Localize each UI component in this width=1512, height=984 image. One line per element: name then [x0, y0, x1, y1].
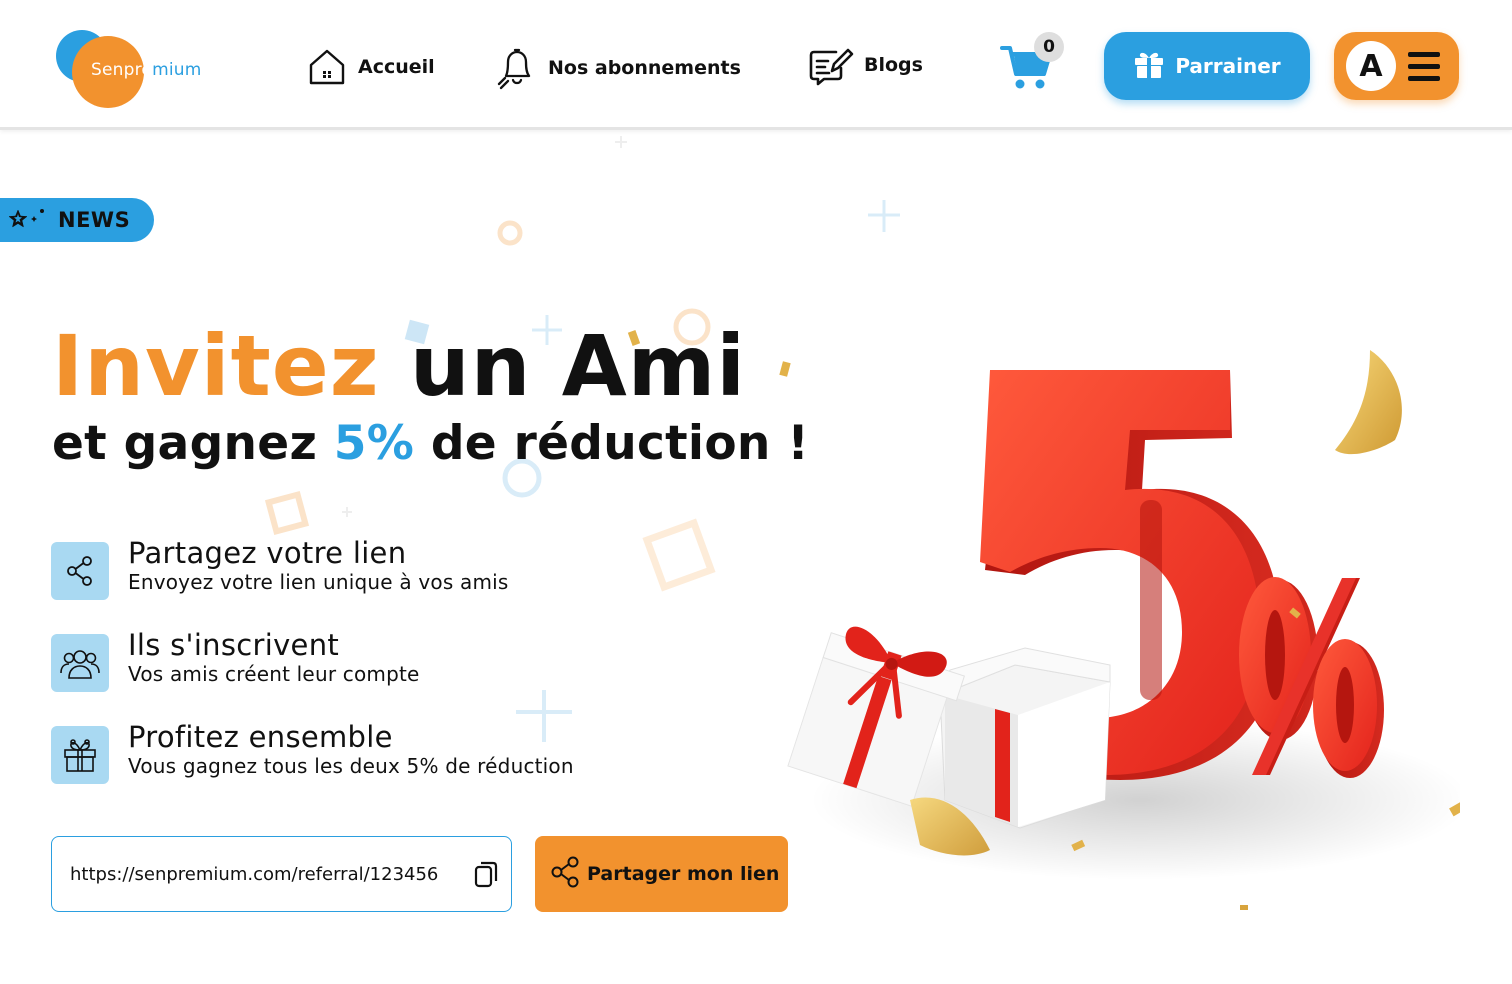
nav-abonnements[interactable]: Nos abonnements — [496, 46, 741, 90]
news-label: NEWS — [58, 208, 131, 232]
step-enjoy: Profitez ensemble Vous gagnez tous les d… — [51, 720, 574, 784]
promo-five-percent-illustration — [760, 330, 1470, 930]
step-desc: Envoyez votre lien unique à vos amis — [128, 570, 509, 594]
step-title: Profitez ensemble — [128, 720, 393, 754]
nav-abonnements-label: Nos abonnements — [548, 57, 741, 79]
promo-graphic — [787, 350, 1470, 910]
sub-after: de réduction ! — [430, 416, 810, 471]
gift-icon — [1133, 49, 1165, 84]
nav-blogs[interactable]: Blogs — [808, 44, 923, 86]
share-link-button[interactable]: Partager mon lien — [535, 836, 788, 912]
cart-count-badge: 0 — [1034, 32, 1064, 62]
step-title: Partagez votre lien — [128, 536, 407, 570]
share-icon — [51, 542, 109, 600]
home-icon — [306, 46, 348, 88]
cart-icon — [1000, 46, 1052, 96]
hero-subheadline: et gagnez 5% de réduction ! — [52, 416, 809, 471]
headline-un-ami: un Ami — [409, 317, 747, 415]
bell-icon — [496, 46, 538, 90]
nav-accueil[interactable]: Accueil — [306, 46, 435, 88]
headline-invitez: Invitez — [52, 317, 380, 415]
referral-link-field[interactable]: https://senpremium.com/referral/123456 — [51, 836, 512, 912]
sub-before: et gagnez — [52, 416, 318, 471]
edit-note-icon — [808, 44, 854, 86]
parrainer-label: Parrainer — [1175, 54, 1281, 78]
share-icon — [549, 855, 581, 894]
step-desc: Vos amis créent leur compte — [128, 662, 420, 686]
confetti-gold — [1335, 350, 1402, 455]
step-title: Ils s'inscrivent — [128, 628, 340, 662]
step-desc: Vous gagnez tous les deux 5% de réductio… — [128, 754, 574, 778]
avatar: A — [1346, 41, 1396, 91]
sparkle-star-icon — [8, 206, 46, 234]
logo-text: Senpremium — [91, 60, 202, 80]
step-share: Partagez votre lien Envoyez votre lien u… — [51, 536, 509, 600]
step-signup: Ils s'inscrivent Vos amis créent leur co… — [51, 628, 420, 692]
share-link-label: Partager mon lien — [587, 863, 780, 885]
senpremium-logo[interactable]: Senpremium — [56, 28, 216, 108]
news-tag[interactable]: NEWS — [0, 198, 154, 242]
sub-highlight: 5% — [333, 416, 415, 471]
nav-blogs-label: Blogs — [864, 54, 923, 76]
cart-button[interactable]: 0 — [1000, 32, 1064, 96]
copy-icon[interactable] — [473, 859, 499, 889]
nav-accueil-label: Accueil — [358, 56, 435, 78]
hamburger-icon — [1408, 51, 1440, 81]
gift-box-open — [939, 647, 1111, 829]
gift-icon — [51, 726, 109, 784]
user-menu-button[interactable]: A — [1334, 32, 1459, 100]
hero-headline: Invitez un Ami — [52, 316, 746, 416]
parrainer-button[interactable]: Parrainer — [1104, 32, 1310, 100]
users-icon — [51, 634, 109, 692]
header: Senpremium Accueil Nos abonnements Blogs… — [0, 0, 1512, 130]
referral-url[interactable]: https://senpremium.com/referral/123456 — [70, 864, 438, 885]
